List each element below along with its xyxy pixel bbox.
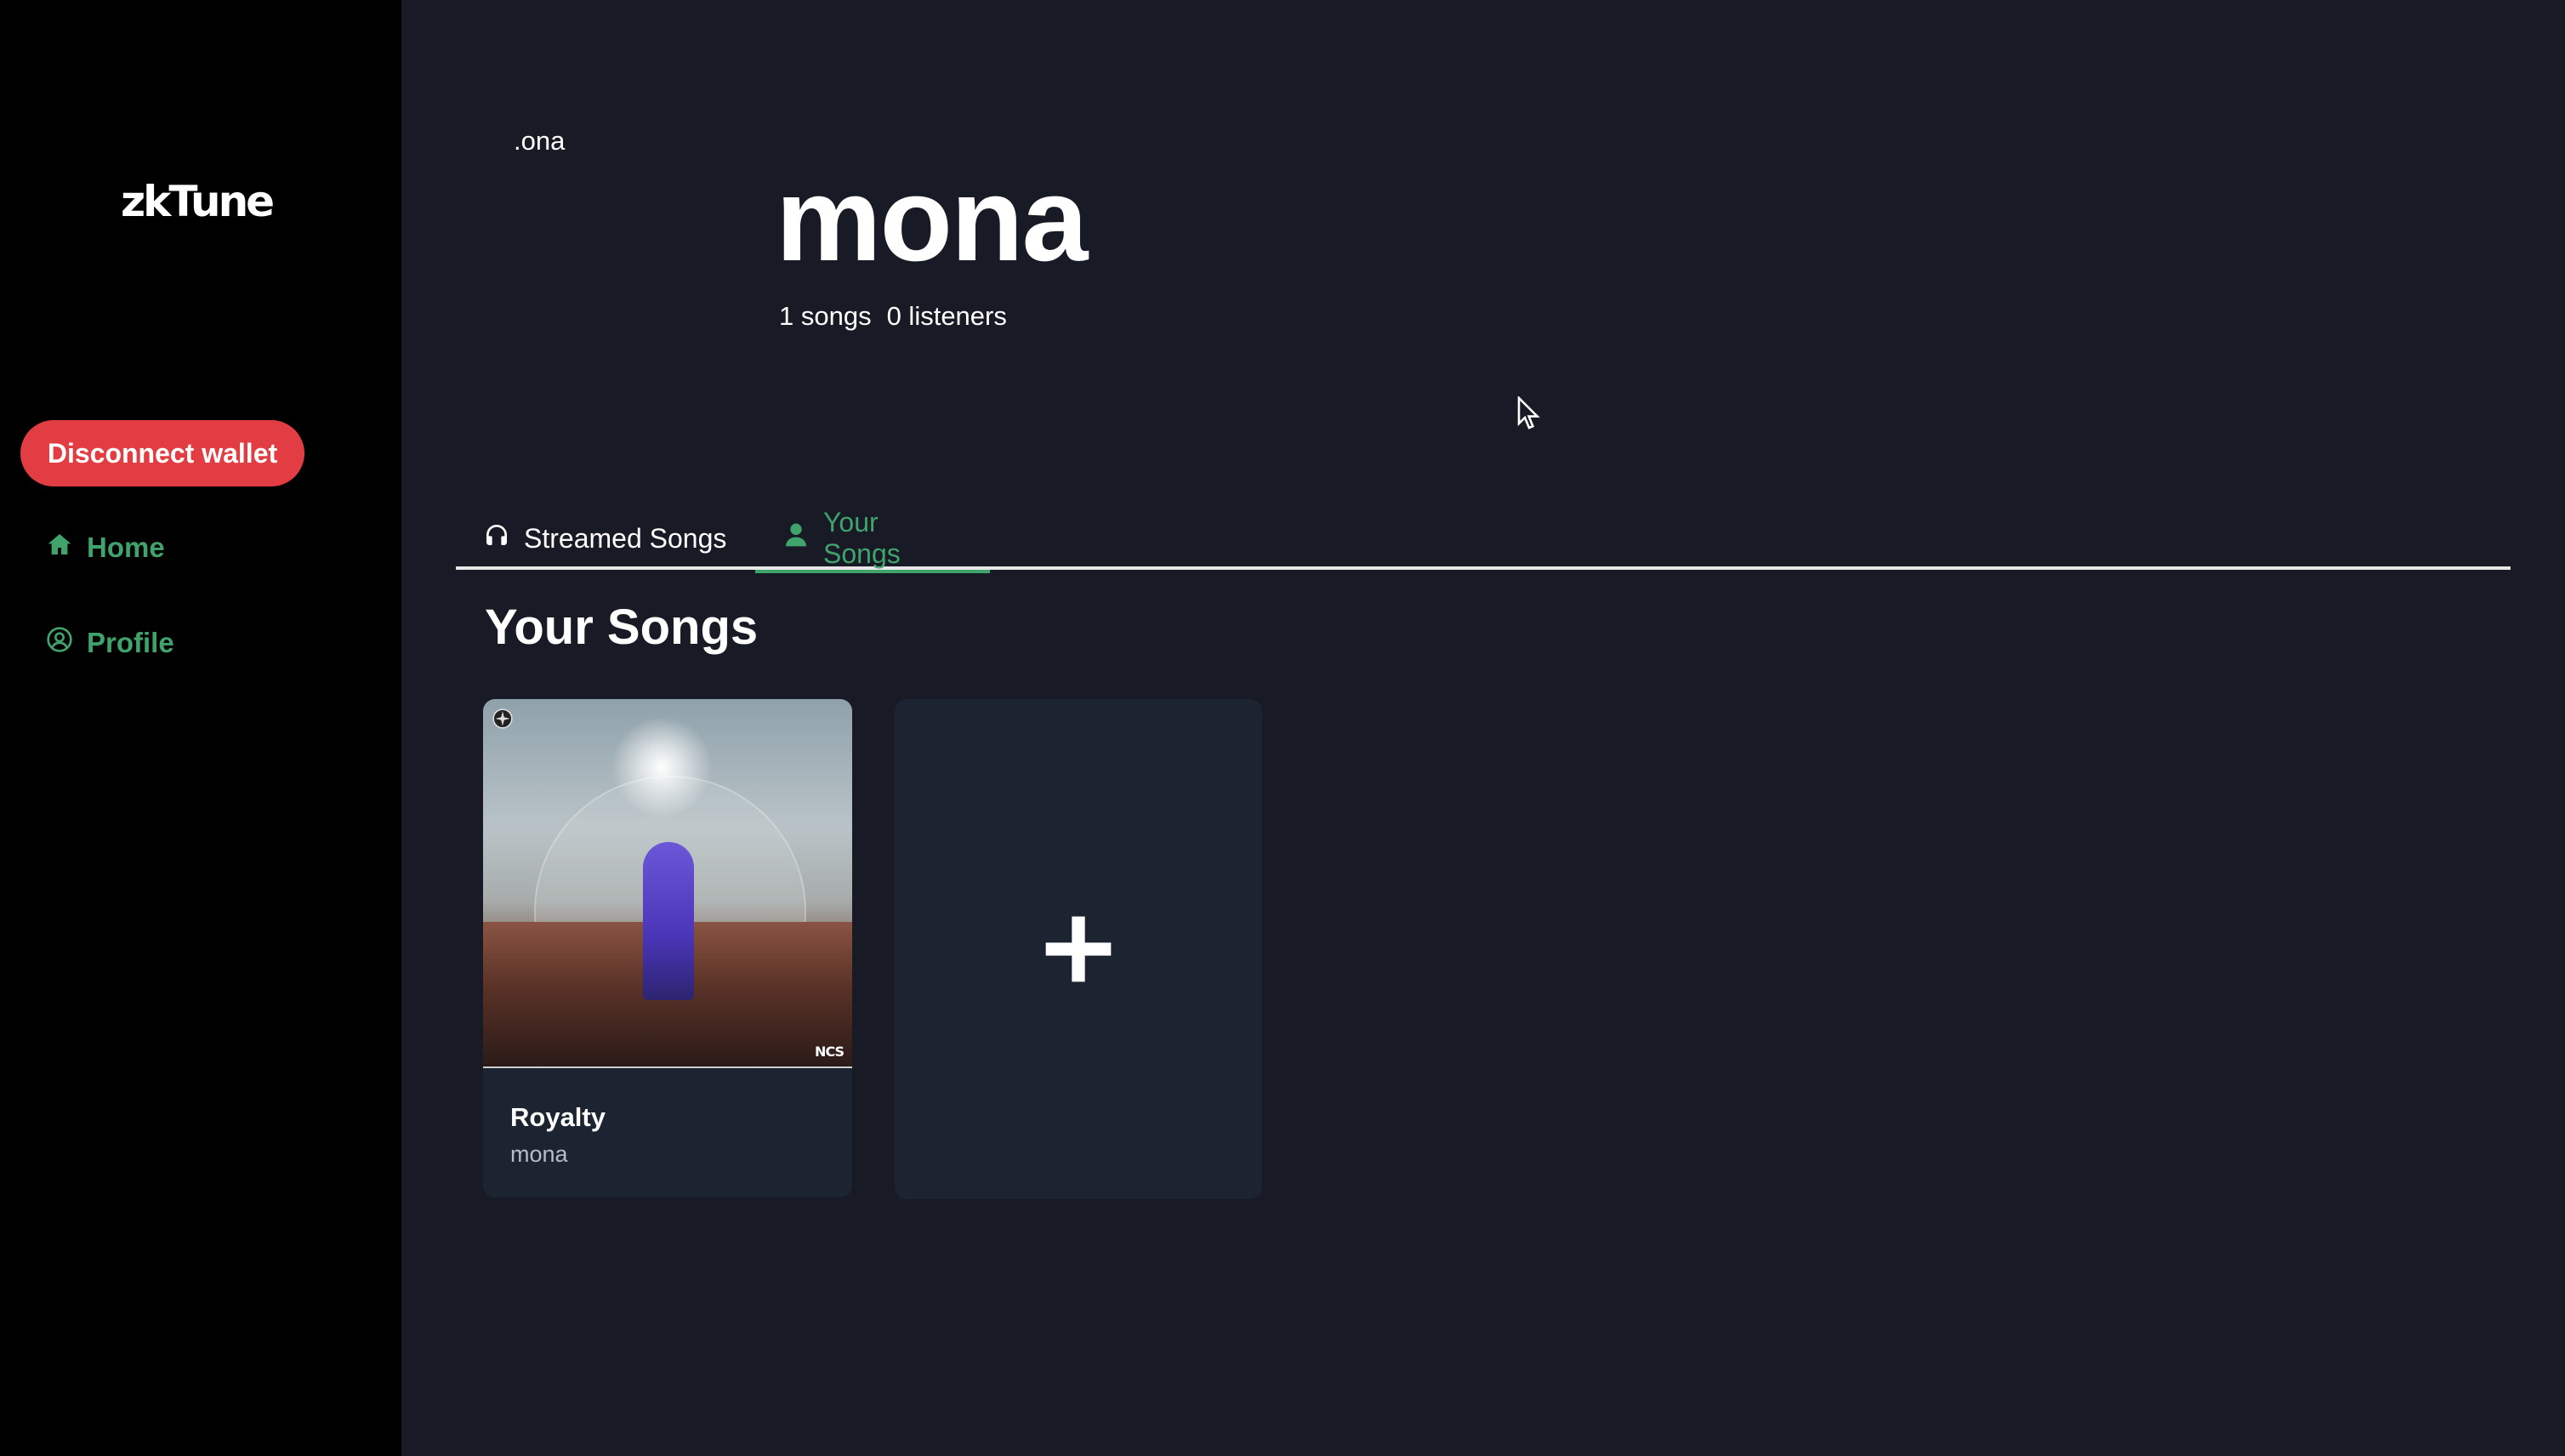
cover-figure — [643, 842, 694, 1000]
sidebar-item-label: Profile — [87, 627, 174, 658]
tab-bar: Streamed Songs Your Songs — [456, 507, 2511, 573]
tab-your-songs[interactable]: Your Songs — [755, 507, 990, 573]
compass-badge-icon — [492, 708, 513, 729]
add-song-button[interactable] — [895, 699, 1262, 1199]
app-root: zkTune Disconnect wallet Home Profile .o… — [0, 0, 2565, 1456]
sidebar-item-home[interactable]: Home — [46, 531, 165, 565]
plus-icon — [1045, 916, 1112, 982]
tab-label: Streamed Songs — [524, 522, 727, 554]
home-icon — [46, 531, 73, 565]
section-title: Your Songs — [485, 600, 759, 655]
mouse-cursor-icon — [1517, 396, 1540, 429]
song-card[interactable]: NCS Royalty mona — [483, 699, 852, 1197]
song-artist: mona — [510, 1141, 568, 1167]
disconnect-wallet-button[interactable]: Disconnect wallet — [20, 420, 304, 486]
cover-light — [611, 716, 713, 818]
user-icon — [782, 521, 810, 555]
album-cover: NCS — [483, 699, 852, 1068]
ncs-label: NCS — [815, 1044, 845, 1060]
tab-streamed-songs[interactable]: Streamed Songs — [456, 507, 754, 570]
sidebar-item-profile[interactable]: Profile — [46, 626, 174, 660]
songs-count: 1 songs — [779, 301, 872, 331]
tab-label: Your Songs — [823, 507, 901, 569]
headphones-icon — [483, 521, 510, 555]
song-title: Royalty — [510, 1102, 606, 1132]
avatar: .ona — [514, 126, 566, 156]
profile-name: mona — [776, 152, 1088, 286]
sidebar: zkTune Disconnect wallet Home Profile — [0, 0, 401, 1456]
sidebar-item-label: Home — [87, 532, 165, 563]
app-logo[interactable]: zkTune — [121, 177, 275, 226]
user-circle-icon — [46, 626, 73, 660]
listeners-count: 0 listeners — [886, 301, 1007, 331]
profile-stats: 1 songs 0 listeners — [779, 301, 1007, 332]
